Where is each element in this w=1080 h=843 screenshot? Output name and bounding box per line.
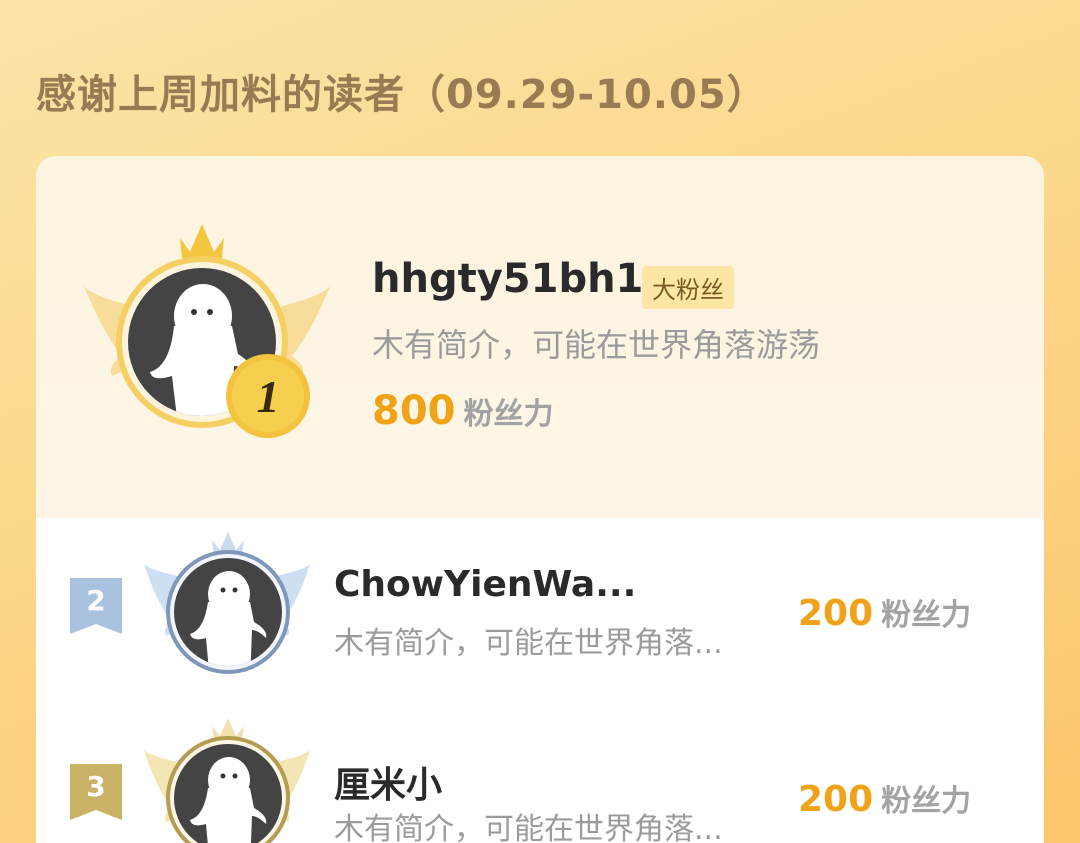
rank-ribbon-icon: 3: [70, 764, 122, 820]
top-fan-avatar[interactable]: 1: [82, 216, 332, 456]
fan-avatar[interactable]: [142, 718, 312, 843]
score-unit: 粉丝力: [881, 598, 972, 633]
list-item[interactable]: 3 厘米小 木有简介，可能在世界角落... 200 粉丝力: [36, 704, 1044, 843]
score-value: 800: [372, 388, 456, 434]
rank-number: 3: [86, 770, 106, 803]
rank-medal-icon: 1: [226, 354, 310, 438]
top-fan-name[interactable]: hhgty51bh1: [372, 256, 643, 302]
rank-number: 2: [86, 584, 106, 617]
score-value: 200: [798, 593, 874, 634]
crown-icon: [180, 224, 224, 258]
top-fan-bio: 木有简介，可能在世界角落游荡: [372, 326, 821, 364]
fan-bio: 木有简介，可能在世界角落...: [334, 812, 723, 843]
fan-badge: 大粉丝: [642, 266, 734, 309]
page-title: 感谢上周加料的读者（09.29-10.05）: [36, 72, 768, 118]
score-value: 200: [798, 779, 874, 820]
top-fan-rank: 1: [257, 371, 280, 422]
fan-name[interactable]: ChowYienWa...: [334, 564, 636, 605]
fan-avatar[interactable]: [142, 532, 312, 682]
fan-score: 200 粉丝力: [798, 590, 971, 634]
rank-ribbon-icon: 2: [70, 578, 122, 634]
fan-bio: 木有简介，可能在世界角落...: [334, 626, 723, 661]
fan-score: 200 粉丝力: [798, 776, 971, 820]
fan-leaderboard-card: 1 hhgty51bh1 大粉丝 木有简介，可能在世界角落游荡 800 粉丝力 2: [36, 156, 1044, 843]
top-fan-section[interactable]: 1 hhgty51bh1 大粉丝 木有简介，可能在世界角落游荡 800 粉丝力: [36, 156, 1044, 518]
score-unit: 粉丝力: [463, 397, 554, 432]
score-unit: 粉丝力: [881, 784, 972, 819]
fan-name[interactable]: 厘米小: [334, 756, 442, 808]
list-item[interactable]: 2 ChowYienWa... 木有简介，可能在世界角落... 200 粉丝力: [36, 518, 1044, 698]
top-fan-score: 800 粉丝力: [372, 388, 554, 434]
